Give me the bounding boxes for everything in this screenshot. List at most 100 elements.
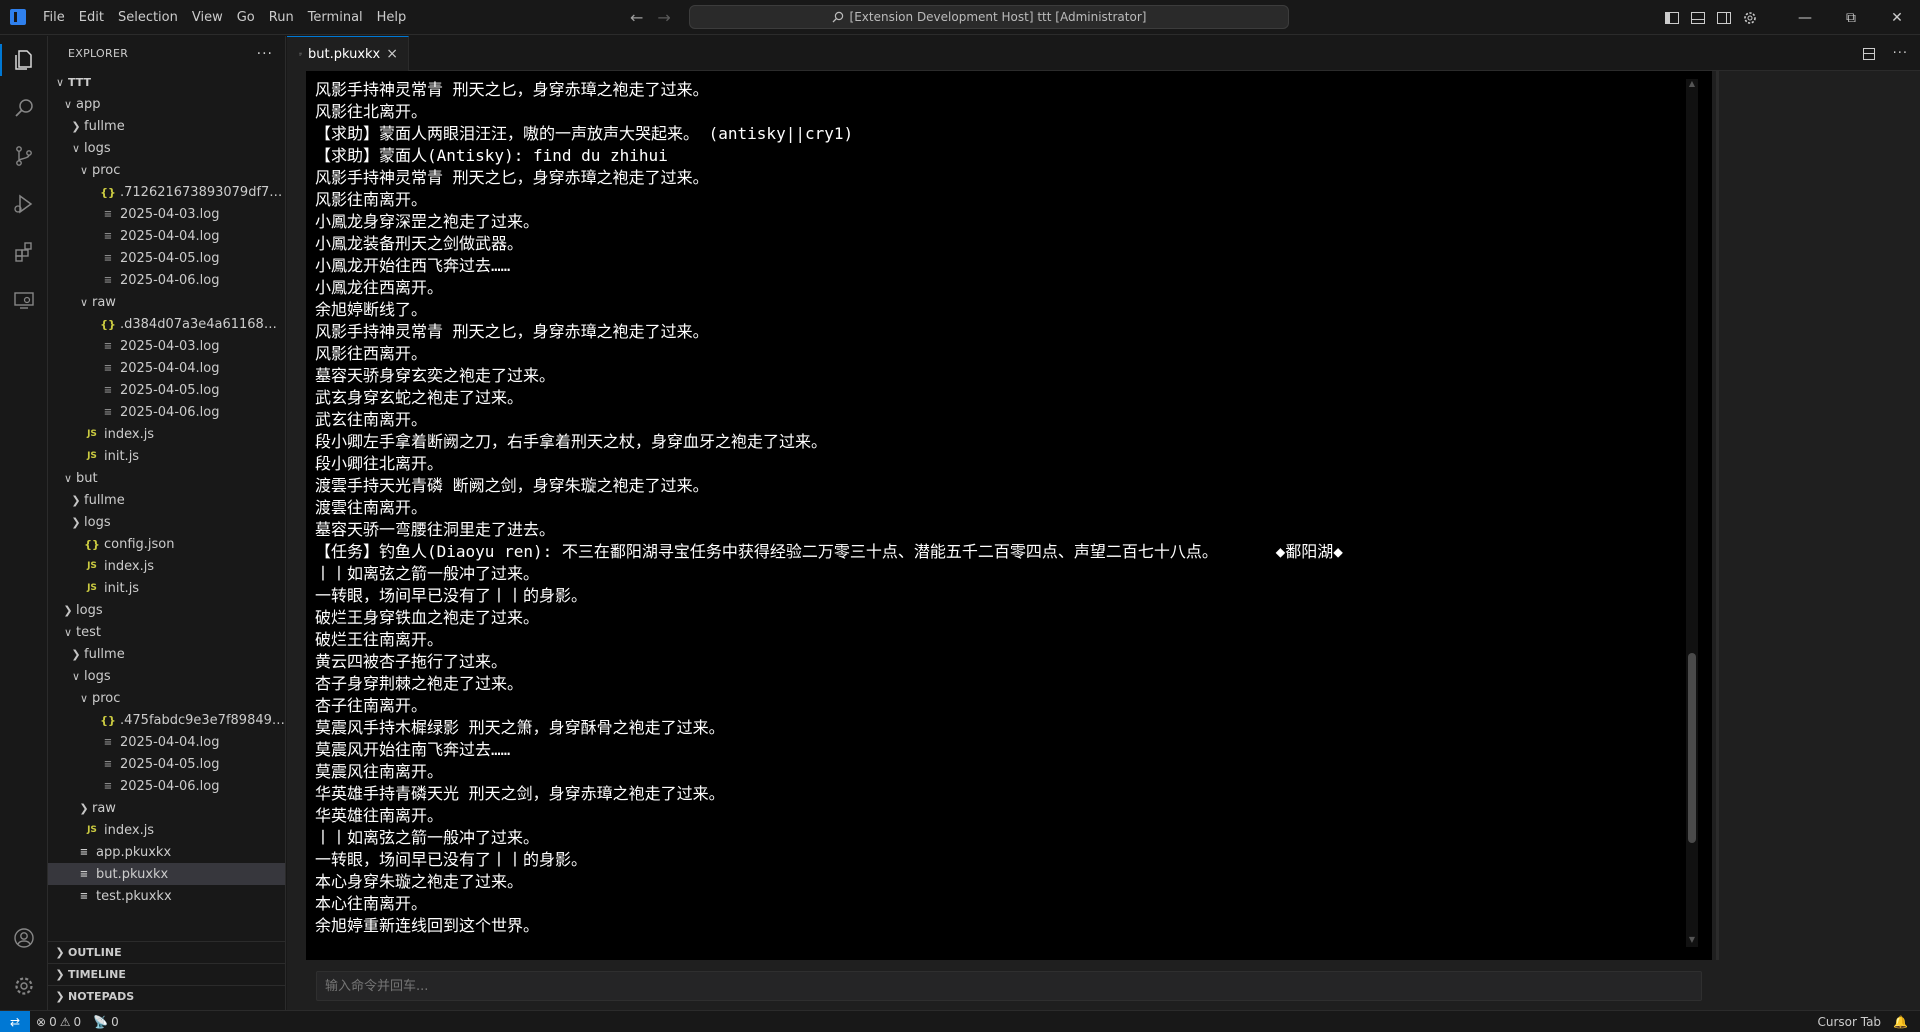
forward-arrow-icon[interactable]: → (657, 8, 670, 27)
remote-explorer-icon[interactable] (0, 276, 48, 324)
restore-button[interactable]: ⧉ (1828, 0, 1874, 35)
tree-file[interactable]: ≡ 2025-04-06.log (48, 775, 285, 797)
manage-gear-icon[interactable] (0, 962, 48, 1010)
tree-file[interactable]: ≡ 2025-04-05.log (48, 753, 285, 775)
outline-section[interactable]: ❯ OUTLINE (48, 941, 285, 963)
extensions-icon[interactable] (0, 228, 48, 276)
tree-folder[interactable]: ∨ but (48, 467, 285, 489)
output-scrollbar[interactable]: ▲ ▼ (1686, 79, 1698, 947)
tree-file[interactable]: ≡ 2025-04-03.log (48, 335, 285, 357)
accounts-icon[interactable] (0, 914, 48, 962)
chevron-right-icon: ❯ (63, 603, 73, 617)
tree-file[interactable]: JS index.js (48, 555, 285, 577)
tree-file[interactable]: ≡ 2025-04-06.log (48, 269, 285, 291)
tab-but-pkuxkx[interactable]: but.pkuxkx × (287, 36, 409, 71)
tree-file[interactable]: ≡ 2025-04-03.log (48, 203, 285, 225)
menu-terminal[interactable]: Terminal (301, 0, 370, 35)
scroll-down-icon[interactable]: ▼ (1686, 935, 1698, 947)
menu-selection[interactable]: Selection (111, 0, 185, 35)
tree-folder[interactable]: ∨ logs (48, 665, 285, 687)
menu-file[interactable]: File (36, 0, 72, 35)
tree-file[interactable]: ≡ app.pkuxkx (48, 841, 285, 863)
tree-file[interactable]: JS init.js (48, 445, 285, 467)
toggle-primary-sidebar-icon[interactable] (1664, 10, 1680, 26)
tree-folder[interactable]: ∨ proc (48, 159, 285, 181)
notepads-label: NOTEPADS (68, 990, 135, 1003)
cursor-tab-status[interactable]: Cursor Tab (1811, 1015, 1887, 1029)
tab-close-icon[interactable]: × (386, 46, 398, 62)
tree-folder[interactable]: ❯ fullme (48, 115, 285, 137)
tree-file[interactable]: {} config.json (48, 533, 285, 555)
source-control-icon[interactable] (0, 132, 48, 180)
search-icon[interactable] (0, 84, 48, 132)
tree-folder[interactable]: ∨ proc (48, 687, 285, 709)
notepads-section[interactable]: ❯ NOTEPADS (48, 985, 285, 1007)
tree-item-label: fullme (84, 492, 125, 508)
output-line: 风影手持神灵常青 刑天之匕，身穿赤璋之袍走了过来。 (315, 322, 709, 341)
tree-file[interactable]: ≡ 2025-04-05.log (48, 379, 285, 401)
command-center[interactable]: [Extension Development Host] ttt [Admini… (689, 5, 1289, 29)
tree-file[interactable]: JS index.js (48, 819, 285, 841)
problems-status[interactable]: ⊗ 0 ⚠ 0 (30, 1015, 87, 1029)
menu-help[interactable]: Help (370, 0, 414, 35)
tree-folder[interactable]: ∨ test (48, 621, 285, 643)
toggle-panel-icon[interactable] (1690, 10, 1706, 26)
more-editor-actions-icon[interactable]: ··· (1893, 46, 1908, 61)
more-actions-icon[interactable]: ··· (257, 46, 273, 62)
command-input[interactable] (316, 971, 1702, 1001)
explorer-icon[interactable] (0, 36, 48, 84)
output-line: 余旭婷断线了。 (315, 300, 428, 319)
tree-file[interactable]: ≡ 2025-04-04.log (48, 225, 285, 247)
tree-file[interactable]: ≡ 2025-04-04.log (48, 731, 285, 753)
tree-file[interactable]: {} .d384d07a3e4a6116851e247... (48, 313, 285, 335)
text-file-icon: ≡ (103, 758, 113, 770)
back-arrow-icon[interactable]: ← (630, 8, 643, 27)
tree-file[interactable]: ≡ test.pkuxkx (48, 885, 285, 907)
notifications-bell-icon[interactable]: 🔔 (1887, 1015, 1920, 1029)
tree-file[interactable]: JS init.js (48, 577, 285, 599)
chevron-down-icon: ∨ (79, 163, 89, 177)
tree-file[interactable]: {} .475fabdc9e3e7f89849c6a9a... (48, 709, 285, 731)
json-file-icon: {} (100, 185, 116, 199)
scroll-up-icon[interactable]: ▲ (1686, 79, 1698, 91)
tree-item-label: test.pkuxkx (96, 888, 172, 904)
scrollbar-thumb[interactable] (1688, 653, 1696, 843)
tree-folder[interactable]: ❯ fullme (48, 643, 285, 665)
menu-view[interactable]: View (185, 0, 230, 35)
minimize-button[interactable]: — (1782, 0, 1828, 35)
text-file-icon: ≡ (103, 780, 113, 792)
settings-gear-icon[interactable] (1742, 10, 1758, 26)
text-file-icon: ≡ (79, 846, 89, 858)
status-bar: ⇄ ⊗ 0 ⚠ 0 📡 0 Cursor Tab 🔔 (0, 1010, 1920, 1032)
ports-status[interactable]: 📡 0 (87, 1015, 125, 1029)
navigation-arrows: ← → (630, 0, 671, 35)
tree-folder[interactable]: ❯ logs (48, 599, 285, 621)
timeline-section[interactable]: ❯ TIMELINE (48, 963, 285, 985)
sash-divider[interactable] (1716, 71, 1719, 960)
output-line: 小鳳龙身穿深罡之袍走了过来。 (315, 212, 540, 231)
run-and-debug-icon[interactable] (0, 180, 48, 228)
tree-file[interactable]: JS index.js (48, 423, 285, 445)
close-window-button[interactable]: ✕ (1874, 0, 1920, 35)
output-line: 一转眼，场间早已没有了丨丨的身影。 (315, 586, 588, 605)
menu-run[interactable]: Run (262, 0, 301, 35)
tree-folder[interactable]: ∨ TTT (48, 71, 285, 93)
tree-file[interactable]: {} .712621673893079df70de2fb... (48, 181, 285, 203)
split-editor-icon[interactable] (1861, 46, 1877, 62)
remote-indicator-icon[interactable]: ⇄ (0, 1010, 30, 1032)
menu-go[interactable]: Go (230, 0, 262, 35)
tree-file[interactable]: ≡ 2025-04-05.log (48, 247, 285, 269)
tree-folder[interactable]: ∨ logs (48, 137, 285, 159)
tree-file[interactable]: ≡ 2025-04-06.log (48, 401, 285, 423)
tree-item-label: logs (84, 514, 111, 530)
tree-file[interactable]: ≡ 2025-04-04.log (48, 357, 285, 379)
tree-folder[interactable]: ❯ fullme (48, 489, 285, 511)
menu-edit[interactable]: Edit (72, 0, 111, 35)
tree-folder[interactable]: ∨ raw (48, 291, 285, 313)
tree-folder[interactable]: ❯ logs (48, 511, 285, 533)
toggle-secondary-sidebar-icon[interactable] (1716, 10, 1732, 26)
tree-folder[interactable]: ∨ app (48, 93, 285, 115)
output-line: 段小卿左手拿着断阙之刀，右手拿着刑天之杖，身穿血牙之袍走了过来。 (315, 432, 828, 451)
tree-folder[interactable]: ❯ raw (48, 797, 285, 819)
tree-file[interactable]: ≡ but.pkuxkx (48, 863, 285, 885)
